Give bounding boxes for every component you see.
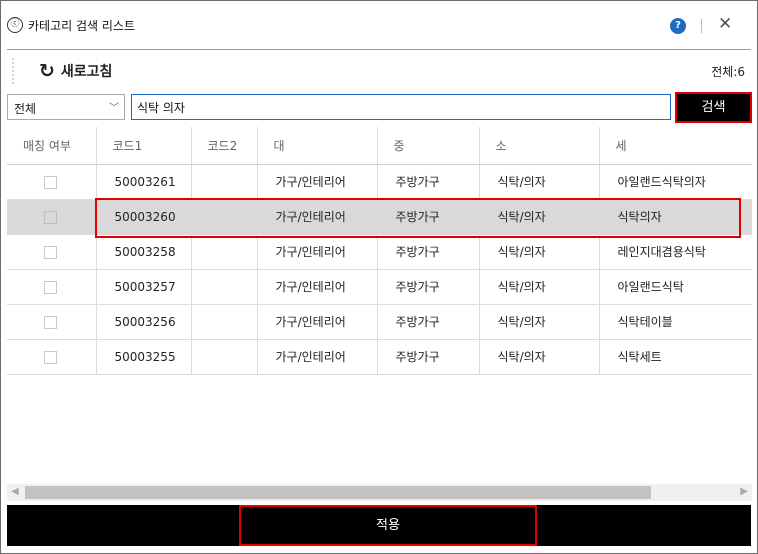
horizontal-scrollbar[interactable]: ◀ ▶: [7, 484, 752, 501]
total-count: 전체:6: [711, 65, 745, 79]
category-select-value: 전체: [14, 102, 37, 116]
column-header-code1[interactable]: 코드1: [96, 127, 192, 165]
table-row[interactable]: 50003258 가구/인테리어 주방가구 식탁/의자 레인지대겸용식탁: [7, 234, 752, 270]
cell-code2: [191, 234, 258, 270]
title-bar: ⓒ 카테고리 검색 리스트 ? ✕: [1, 1, 757, 47]
cell-code1: 50003260: [96, 199, 192, 235]
scroll-right-icon[interactable]: ▶: [740, 486, 748, 497]
cell-code1: 50003258: [96, 234, 192, 270]
category-search-window: ⓒ 카테고리 검색 리스트 ? ✕ ↻ 새로고침 전체:6 전체 ﹀ 검색 매칭…: [0, 0, 758, 554]
column-header-small[interactable]: 소: [479, 127, 600, 165]
window-title: 카테고리 검색 리스트: [28, 19, 135, 33]
cell-small: 식탁/의자: [479, 339, 600, 375]
match-checkbox[interactable]: [44, 245, 58, 259]
match-checkbox[interactable]: [44, 210, 58, 224]
search-button[interactable]: 검색: [675, 92, 752, 123]
cell-large: 가구/인테리어: [257, 234, 378, 270]
cell-detail: 식탁의자: [599, 199, 752, 235]
cell-code2: [191, 199, 258, 235]
cell-medium: 주방가구: [377, 199, 480, 235]
cell-code1: 50003261: [96, 164, 192, 200]
cell-small: 식탁/의자: [479, 234, 600, 270]
cell-small: 식탁/의자: [479, 164, 600, 200]
cell-code1: 50003257: [96, 269, 192, 305]
category-grid: 매칭 여부 코드1 코드2 대 중 소 세 50003261 가구/인테리어 주…: [7, 127, 752, 375]
cell-detail: 식탁테이블: [599, 304, 752, 340]
scroll-left-icon[interactable]: ◀: [11, 486, 19, 497]
match-checkbox[interactable]: [44, 280, 58, 294]
scrollbar-thumb[interactable]: [25, 486, 651, 499]
toolbar-grip: [12, 57, 14, 85]
cell-small: 식탁/의자: [479, 199, 600, 235]
column-header-matching[interactable]: 매칭 여부: [7, 127, 97, 165]
cell-large: 가구/인테리어: [257, 164, 378, 200]
column-header-medium[interactable]: 중: [377, 127, 480, 165]
cell-medium: 주방가구: [377, 234, 480, 270]
cell-large: 가구/인테리어: [257, 304, 378, 340]
match-checkbox[interactable]: [44, 315, 58, 329]
column-header-large[interactable]: 대: [257, 127, 378, 165]
cell-detail: 식탁세트: [599, 339, 752, 375]
cell-code1: 50003255: [96, 339, 192, 375]
table-row[interactable]: 50003256 가구/인테리어 주방가구 식탁/의자 식탁테이블: [7, 304, 752, 340]
refresh-icon: ↻: [39, 60, 55, 82]
cell-detail: 아일랜드식탁의자: [599, 164, 752, 200]
search-input[interactable]: [131, 94, 671, 120]
cell-large: 가구/인테리어: [257, 269, 378, 305]
category-select[interactable]: 전체 ﹀: [7, 94, 125, 120]
cell-code2: [191, 339, 258, 375]
cell-medium: 주방가구: [377, 164, 480, 200]
cell-code2: [191, 304, 258, 340]
cell-large: 가구/인테리어: [257, 339, 378, 375]
match-checkbox[interactable]: [44, 175, 58, 189]
table-row-selected[interactable]: 50003260 가구/인테리어 주방가구 식탁/의자 식탁의자: [7, 199, 752, 235]
table-row[interactable]: 50003261 가구/인테리어 주방가구 식탁/의자 아일랜드식탁의자: [7, 164, 752, 200]
column-header-code2[interactable]: 코드2: [191, 127, 258, 165]
cell-detail: 레인지대겸용식탁: [599, 234, 752, 270]
match-checkbox[interactable]: [44, 350, 58, 364]
column-header-detail[interactable]: 세: [599, 127, 752, 165]
help-icon[interactable]: ?: [670, 18, 686, 34]
grid-header: 매칭 여부 코드1 코드2 대 중 소 세: [7, 127, 752, 165]
cell-small: 식탁/의자: [479, 304, 600, 340]
cell-code1: 50003256: [96, 304, 192, 340]
cell-small: 식탁/의자: [479, 269, 600, 305]
cell-code2: [191, 164, 258, 200]
cell-medium: 주방가구: [377, 339, 480, 375]
refresh-button[interactable]: ↻ 새로고침: [39, 59, 112, 83]
cell-detail: 아일랜드식탁: [599, 269, 752, 305]
close-icon[interactable]: ✕: [718, 15, 732, 33]
title-divider: [7, 49, 751, 50]
cell-large: 가구/인테리어: [257, 199, 378, 235]
title-separator: [701, 19, 702, 33]
cell-medium: 주방가구: [377, 304, 480, 340]
logo-icon: ⓒ: [7, 17, 23, 33]
chevron-down-icon: ﹀: [109, 103, 119, 114]
cell-medium: 주방가구: [377, 269, 480, 305]
refresh-label: 새로고침: [60, 64, 113, 80]
cell-code2: [191, 269, 258, 305]
table-row[interactable]: 50003255 가구/인테리어 주방가구 식탁/의자 식탁세트: [7, 339, 752, 375]
apply-button[interactable]: 적용: [239, 505, 537, 546]
table-row[interactable]: 50003257 가구/인테리어 주방가구 식탁/의자 아일랜드식탁: [7, 269, 752, 305]
